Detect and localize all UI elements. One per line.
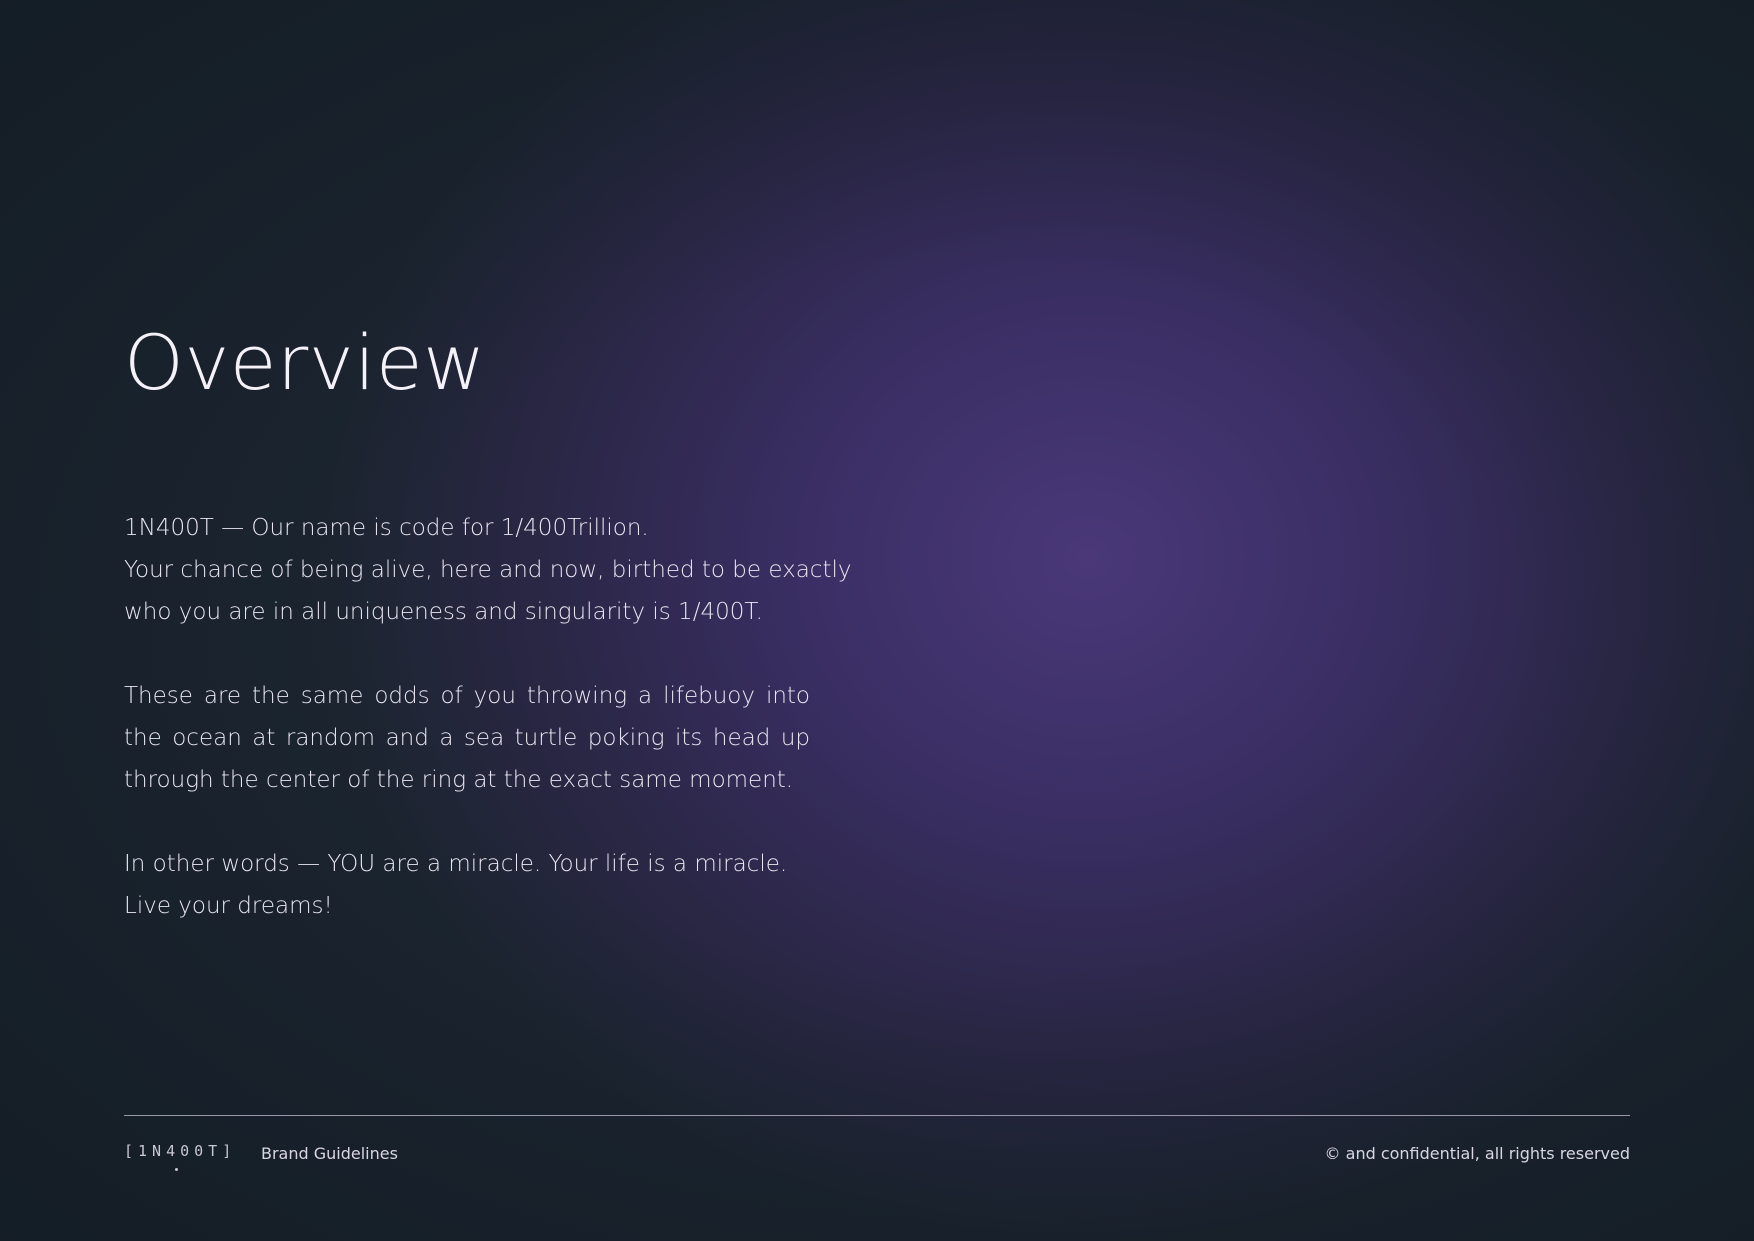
footer-divider (124, 1115, 1630, 1116)
footer: [1N400T] Brand Guidelines © and confiden… (124, 1138, 1630, 1178)
paragraph-miracle-line-2: Live your dreams! (124, 893, 333, 919)
footer-copyright: © and confidential, all rights reserved (1324, 1144, 1630, 1163)
page-title: Overview (124, 318, 486, 407)
brand-logo: [1N400T] (124, 1142, 237, 1160)
paragraph-miracle: In other words — YOU are a miracle. Your… (124, 843, 810, 927)
body-copy: 1N400T — Our name is code for 1/400Trill… (124, 507, 852, 969)
paragraph-intro: 1N400T — Our name is code for 1/400Trill… (124, 507, 852, 633)
paragraph-odds: These are the same odds of you throwing … (124, 683, 810, 793)
footer-document-label: Brand Guidelines (261, 1144, 398, 1163)
paragraph-intro-line-3: who you are in all uniqueness and singul… (124, 599, 763, 625)
page-content: Overview 1N400T — Our name is code for 1… (124, 0, 1634, 1241)
logo-dot (175, 1168, 178, 1171)
paragraph-intro-line-1: 1N400T — Our name is code for 1/400Trill… (124, 515, 649, 541)
paragraph-miracle-line-1: In other words — YOU are a miracle. Your… (124, 851, 788, 877)
paragraph-intro-line-2: Your chance of being alive, here and now… (124, 557, 852, 583)
